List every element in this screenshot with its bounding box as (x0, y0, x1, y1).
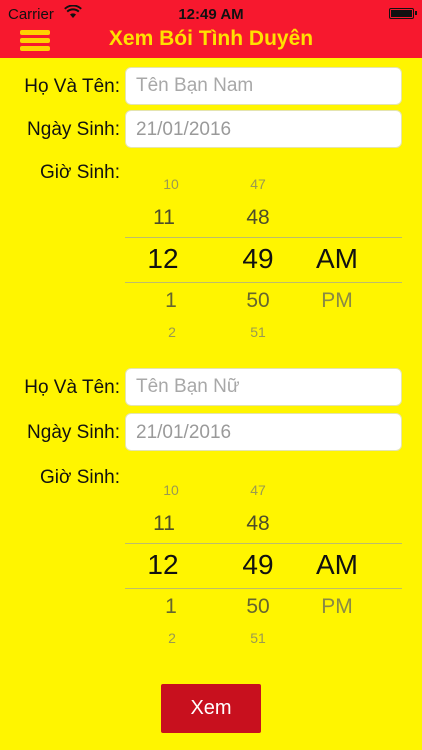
submit-button[interactable]: Xem (161, 684, 261, 733)
name-input-2[interactable] (125, 368, 402, 406)
picker2-hour-selected[interactable]: 12 (133, 549, 193, 581)
birthdate-label-2: Ngày Sinh: (27, 422, 120, 443)
picker2-hour-row[interactable]: 10 (141, 482, 201, 498)
picker1-hour-row[interactable]: 1 (141, 289, 201, 313)
status-time: 12:49 AM (178, 6, 244, 23)
picker1-minute-selected[interactable]: 49 (228, 243, 288, 275)
name-label-1: Họ Và Tên: (24, 76, 120, 97)
picker2-hour-row[interactable]: 2 (142, 630, 202, 646)
time-picker-2[interactable]: 10 11 12 1 2 47 48 49 50 51 AM PM (125, 476, 402, 656)
picker1-minute-row[interactable]: 50 (228, 289, 288, 313)
birthtime-label-1: Giờ Sinh: (39, 162, 120, 183)
nav-bar: Xem Bói Tình Duyên (0, 28, 422, 58)
picker2-minute-row[interactable]: 51 (228, 630, 288, 646)
picker2-hour-row[interactable]: 1 (141, 595, 201, 619)
picker1-ampm-row[interactable]: PM (307, 289, 367, 313)
birthdate-label-1: Ngày Sinh: (27, 119, 120, 140)
birthtime-label-2: Giờ Sinh: (39, 467, 120, 488)
time-picker-1[interactable]: 10 11 12 1 2 47 48 49 50 51 AM PM (125, 170, 402, 350)
battery-icon (389, 8, 417, 19)
birthdate-field-2[interactable]: 21/01/2016 (125, 413, 402, 451)
picker1-ampm-selected[interactable]: AM (307, 243, 367, 275)
picker1-minute-row[interactable]: 47 (228, 176, 288, 192)
name-input-1[interactable] (125, 67, 402, 105)
picker2-minute-row[interactable]: 47 (228, 482, 288, 498)
picker2-hour-row[interactable]: 11 (134, 512, 194, 536)
picker1-minute-row[interactable]: 48 (228, 206, 288, 230)
picker2-minute-row[interactable]: 50 (228, 595, 288, 619)
page-title: Xem Bói Tình Duyên (108, 27, 314, 50)
status-bar: Carrier 12:49 AM (0, 0, 422, 28)
picker2-ampm-row[interactable]: PM (307, 595, 367, 619)
picker1-minute-row[interactable]: 51 (228, 324, 288, 340)
picker2-ampm-selected[interactable]: AM (307, 549, 367, 581)
picker1-hour-row[interactable]: 11 (134, 206, 194, 230)
picker1-hour-row[interactable]: 10 (141, 176, 201, 192)
picker1-hour-selected[interactable]: 12 (133, 243, 193, 275)
picker2-minute-row[interactable]: 48 (228, 512, 288, 536)
name-label-2: Họ Và Tên: (24, 377, 120, 398)
picker2-minute-selected[interactable]: 49 (228, 549, 288, 581)
picker1-hour-row[interactable]: 2 (142, 324, 202, 340)
birthdate-field-1[interactable]: 21/01/2016 (125, 110, 402, 148)
